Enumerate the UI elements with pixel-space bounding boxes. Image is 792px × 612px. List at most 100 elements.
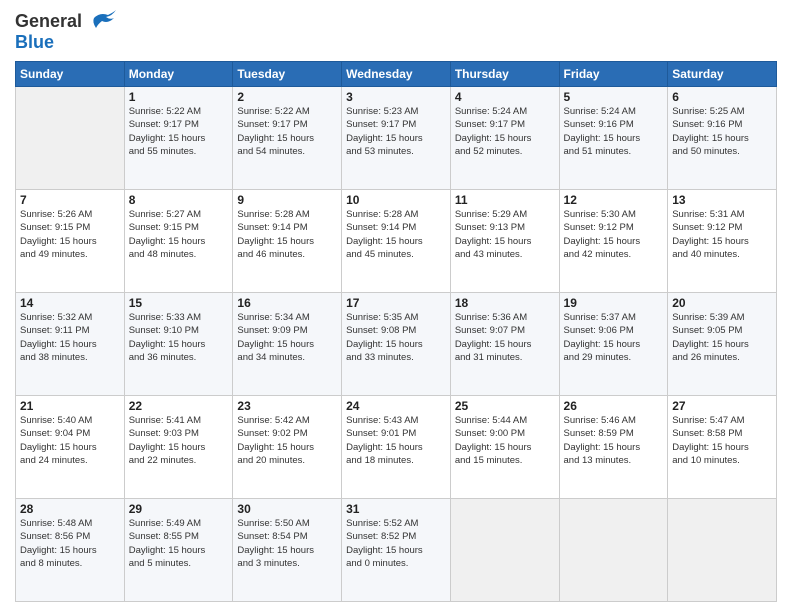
day-number: 13 [672, 193, 772, 207]
calendar-cell: 19Sunrise: 5:37 AM Sunset: 9:06 PM Dayli… [559, 293, 668, 396]
day-info: Sunrise: 5:48 AM Sunset: 8:56 PM Dayligh… [20, 517, 120, 570]
calendar-cell [450, 499, 559, 602]
day-number: 27 [672, 399, 772, 413]
day-info: Sunrise: 5:50 AM Sunset: 8:54 PM Dayligh… [237, 517, 337, 570]
day-number: 5 [564, 90, 664, 104]
day-info: Sunrise: 5:24 AM Sunset: 9:17 PM Dayligh… [455, 105, 555, 158]
header: General Blue [15, 10, 777, 53]
day-info: Sunrise: 5:35 AM Sunset: 9:08 PM Dayligh… [346, 311, 446, 364]
day-number: 10 [346, 193, 446, 207]
calendar-cell: 29Sunrise: 5:49 AM Sunset: 8:55 PM Dayli… [124, 499, 233, 602]
calendar-cell: 25Sunrise: 5:44 AM Sunset: 9:00 PM Dayli… [450, 396, 559, 499]
weekday-header: Sunday [16, 62, 125, 87]
day-info: Sunrise: 5:28 AM Sunset: 9:14 PM Dayligh… [346, 208, 446, 261]
calendar-cell: 27Sunrise: 5:47 AM Sunset: 8:58 PM Dayli… [668, 396, 777, 499]
calendar-cell: 8Sunrise: 5:27 AM Sunset: 9:15 PM Daylig… [124, 190, 233, 293]
day-number: 6 [672, 90, 772, 104]
day-info: Sunrise: 5:31 AM Sunset: 9:12 PM Dayligh… [672, 208, 772, 261]
logo-bird-icon [86, 10, 118, 32]
day-info: Sunrise: 5:27 AM Sunset: 9:15 PM Dayligh… [129, 208, 229, 261]
calendar-cell: 26Sunrise: 5:46 AM Sunset: 8:59 PM Dayli… [559, 396, 668, 499]
day-number: 12 [564, 193, 664, 207]
day-number: 21 [20, 399, 120, 413]
day-number: 4 [455, 90, 555, 104]
calendar-cell: 30Sunrise: 5:50 AM Sunset: 8:54 PM Dayli… [233, 499, 342, 602]
day-number: 17 [346, 296, 446, 310]
day-number: 8 [129, 193, 229, 207]
weekday-header: Thursday [450, 62, 559, 87]
day-number: 15 [129, 296, 229, 310]
day-info: Sunrise: 5:40 AM Sunset: 9:04 PM Dayligh… [20, 414, 120, 467]
day-info: Sunrise: 5:23 AM Sunset: 9:17 PM Dayligh… [346, 105, 446, 158]
calendar-cell: 13Sunrise: 5:31 AM Sunset: 9:12 PM Dayli… [668, 190, 777, 293]
calendar-cell: 3Sunrise: 5:23 AM Sunset: 9:17 PM Daylig… [342, 87, 451, 190]
day-info: Sunrise: 5:28 AM Sunset: 9:14 PM Dayligh… [237, 208, 337, 261]
weekday-header: Wednesday [342, 62, 451, 87]
calendar-cell: 22Sunrise: 5:41 AM Sunset: 9:03 PM Dayli… [124, 396, 233, 499]
calendar-cell: 16Sunrise: 5:34 AM Sunset: 9:09 PM Dayli… [233, 293, 342, 396]
day-info: Sunrise: 5:39 AM Sunset: 9:05 PM Dayligh… [672, 311, 772, 364]
day-info: Sunrise: 5:46 AM Sunset: 8:59 PM Dayligh… [564, 414, 664, 467]
calendar-cell: 1Sunrise: 5:22 AM Sunset: 9:17 PM Daylig… [124, 87, 233, 190]
day-info: Sunrise: 5:47 AM Sunset: 8:58 PM Dayligh… [672, 414, 772, 467]
day-number: 19 [564, 296, 664, 310]
day-info: Sunrise: 5:25 AM Sunset: 9:16 PM Dayligh… [672, 105, 772, 158]
day-info: Sunrise: 5:43 AM Sunset: 9:01 PM Dayligh… [346, 414, 446, 467]
calendar-cell: 18Sunrise: 5:36 AM Sunset: 9:07 PM Dayli… [450, 293, 559, 396]
day-info: Sunrise: 5:32 AM Sunset: 9:11 PM Dayligh… [20, 311, 120, 364]
day-info: Sunrise: 5:52 AM Sunset: 8:52 PM Dayligh… [346, 517, 446, 570]
calendar-cell: 15Sunrise: 5:33 AM Sunset: 9:10 PM Dayli… [124, 293, 233, 396]
calendar-cell: 4Sunrise: 5:24 AM Sunset: 9:17 PM Daylig… [450, 87, 559, 190]
calendar-cell: 5Sunrise: 5:24 AM Sunset: 9:16 PM Daylig… [559, 87, 668, 190]
calendar-cell: 10Sunrise: 5:28 AM Sunset: 9:14 PM Dayli… [342, 190, 451, 293]
day-info: Sunrise: 5:34 AM Sunset: 9:09 PM Dayligh… [237, 311, 337, 364]
day-number: 3 [346, 90, 446, 104]
day-info: Sunrise: 5:22 AM Sunset: 9:17 PM Dayligh… [129, 105, 229, 158]
calendar-cell: 11Sunrise: 5:29 AM Sunset: 9:13 PM Dayli… [450, 190, 559, 293]
calendar-cell: 7Sunrise: 5:26 AM Sunset: 9:15 PM Daylig… [16, 190, 125, 293]
day-info: Sunrise: 5:41 AM Sunset: 9:03 PM Dayligh… [129, 414, 229, 467]
calendar-cell: 23Sunrise: 5:42 AM Sunset: 9:02 PM Dayli… [233, 396, 342, 499]
day-info: Sunrise: 5:42 AM Sunset: 9:02 PM Dayligh… [237, 414, 337, 467]
day-info: Sunrise: 5:36 AM Sunset: 9:07 PM Dayligh… [455, 311, 555, 364]
day-number: 30 [237, 502, 337, 516]
day-info: Sunrise: 5:30 AM Sunset: 9:12 PM Dayligh… [564, 208, 664, 261]
day-info: Sunrise: 5:33 AM Sunset: 9:10 PM Dayligh… [129, 311, 229, 364]
calendar-cell: 14Sunrise: 5:32 AM Sunset: 9:11 PM Dayli… [16, 293, 125, 396]
calendar-cell: 21Sunrise: 5:40 AM Sunset: 9:04 PM Dayli… [16, 396, 125, 499]
calendar-cell: 24Sunrise: 5:43 AM Sunset: 9:01 PM Dayli… [342, 396, 451, 499]
logo-general-text: General [15, 11, 82, 32]
calendar-cell: 31Sunrise: 5:52 AM Sunset: 8:52 PM Dayli… [342, 499, 451, 602]
calendar-table: SundayMondayTuesdayWednesdayThursdayFrid… [15, 61, 777, 602]
calendar-cell: 20Sunrise: 5:39 AM Sunset: 9:05 PM Dayli… [668, 293, 777, 396]
day-info: Sunrise: 5:24 AM Sunset: 9:16 PM Dayligh… [564, 105, 664, 158]
day-number: 29 [129, 502, 229, 516]
day-number: 18 [455, 296, 555, 310]
logo: General Blue [15, 10, 118, 53]
calendar-cell: 6Sunrise: 5:25 AM Sunset: 9:16 PM Daylig… [668, 87, 777, 190]
page: General Blue SundayMondayTuesdayWednesda… [0, 0, 792, 612]
calendar-cell: 9Sunrise: 5:28 AM Sunset: 9:14 PM Daylig… [233, 190, 342, 293]
weekday-header: Friday [559, 62, 668, 87]
weekday-header: Tuesday [233, 62, 342, 87]
weekday-header: Monday [124, 62, 233, 87]
calendar-cell [16, 87, 125, 190]
day-number: 11 [455, 193, 555, 207]
day-number: 7 [20, 193, 120, 207]
day-number: 16 [237, 296, 337, 310]
day-number: 14 [20, 296, 120, 310]
day-number: 9 [237, 193, 337, 207]
calendar-cell [668, 499, 777, 602]
logo-blue-text: Blue [15, 32, 54, 52]
weekday-header: Saturday [668, 62, 777, 87]
day-info: Sunrise: 5:22 AM Sunset: 9:17 PM Dayligh… [237, 105, 337, 158]
day-number: 2 [237, 90, 337, 104]
day-number: 23 [237, 399, 337, 413]
day-number: 22 [129, 399, 229, 413]
day-info: Sunrise: 5:44 AM Sunset: 9:00 PM Dayligh… [455, 414, 555, 467]
day-info: Sunrise: 5:29 AM Sunset: 9:13 PM Dayligh… [455, 208, 555, 261]
calendar-cell [559, 499, 668, 602]
day-number: 24 [346, 399, 446, 413]
day-info: Sunrise: 5:26 AM Sunset: 9:15 PM Dayligh… [20, 208, 120, 261]
calendar-cell: 28Sunrise: 5:48 AM Sunset: 8:56 PM Dayli… [16, 499, 125, 602]
